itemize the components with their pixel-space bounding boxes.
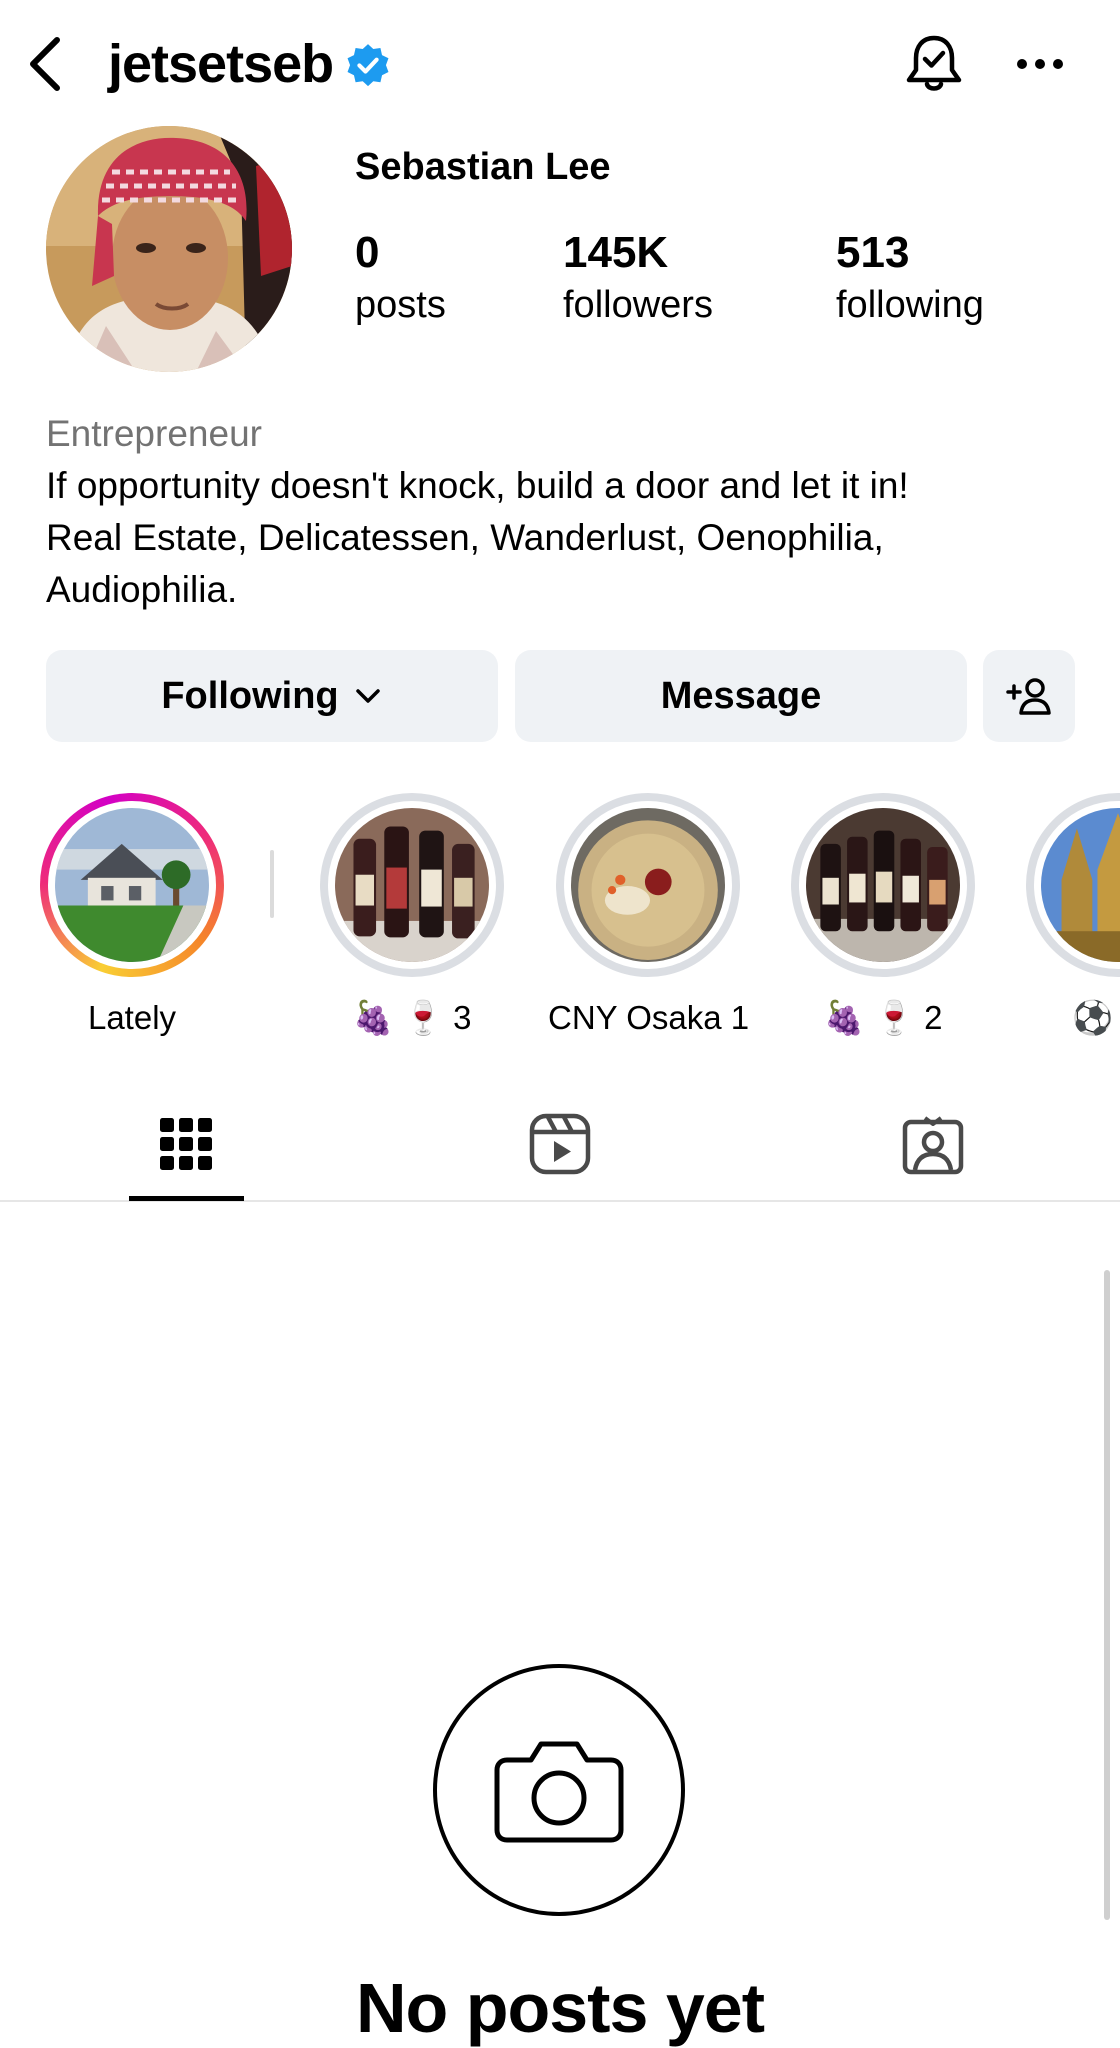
highlight-cover [55, 808, 209, 962]
highlight-label: CNY Osaka 1 [548, 999, 750, 1036]
highlight-wine-3[interactable]: 🍇 🍷 3 [312, 793, 512, 1038]
camera-icon [494, 1741, 624, 1843]
highlight-label: Lately [87, 999, 177, 1036]
highlight-label: ⚽ 🌭 [1072, 999, 1120, 1036]
highlight-label: 🍇 🍷 2 [823, 999, 943, 1036]
tab-tagged[interactable] [853, 1086, 1013, 1202]
followers-count: 145K [563, 228, 669, 277]
message-button[interactable]: Message [515, 650, 967, 742]
highlight-cover [806, 808, 960, 962]
tagged-icon [902, 1116, 964, 1175]
highlight-inner [328, 801, 496, 969]
highlight-ring [1026, 793, 1120, 977]
profile-tabs [0, 1086, 1120, 1202]
followers-label: followers [563, 284, 713, 326]
suggest-users-button[interactable] [983, 650, 1075, 742]
bio-category: Entrepreneur [46, 413, 262, 454]
bio-line: If opportunity doesn't knock, build a do… [46, 465, 909, 506]
reels-icon [529, 1113, 591, 1175]
grid-icon [160, 1118, 212, 1170]
bio-line: Audiophilia. [46, 569, 238, 610]
highlight-sports-food[interactable]: ⚽ 🌭 [1018, 793, 1120, 1038]
username-container: jetsetseb [108, 26, 391, 102]
more-options-button[interactable] [1008, 28, 1072, 100]
display-name: Sebastian Lee [355, 146, 611, 188]
profile-page: jetsetseb Sebastian Lee 0 posts 145K fol… [0, 0, 1120, 2048]
bio-line: Real Estate, Delicatessen, Wanderlust, O… [46, 517, 884, 558]
followers-stat[interactable]: 145K followers [563, 228, 713, 330]
following-stat[interactable]: 513 following [836, 228, 984, 330]
highlight-wine-2[interactable]: 🍇 🍷 2 [783, 793, 983, 1038]
username: jetsetseb [108, 34, 334, 94]
house-lawn-image [55, 808, 209, 962]
cathedral-image [1041, 808, 1120, 962]
notifications-button[interactable] [900, 28, 968, 100]
highlight-inner [1034, 801, 1120, 969]
posts-stat: 0 posts [355, 228, 446, 330]
scrollbar[interactable] [1104, 1270, 1110, 1920]
bio: Entrepreneur If opportunity doesn't knoc… [46, 408, 1086, 616]
highlight-ring [320, 793, 504, 977]
highlight-label: 🍇 🍷 3 [352, 999, 472, 1036]
highlights-divider [270, 850, 274, 918]
chevron-down-icon [355, 689, 380, 703]
following-button-label: Following [161, 674, 339, 717]
highlight-inner [564, 801, 732, 969]
top-bar: jetsetseb [0, 0, 1120, 126]
more-horizontal-icon [1017, 59, 1063, 69]
highlight-ring [40, 793, 224, 977]
highlight-cover [571, 808, 725, 962]
posts-count: 0 [355, 228, 380, 277]
message-button-label: Message [660, 674, 822, 717]
add-user-icon [1006, 678, 1051, 715]
active-tab-indicator [129, 1196, 244, 1201]
chevron-left-icon [30, 37, 60, 91]
highlight-cover [1041, 808, 1120, 962]
avatar-image [46, 126, 292, 372]
profile-avatar[interactable] [46, 126, 292, 372]
bell-check-icon [906, 35, 962, 91]
verified-badge-icon [347, 44, 389, 87]
posts-label: posts [355, 284, 446, 326]
highlight-ring [791, 793, 975, 977]
following-button[interactable]: Following [46, 650, 498, 742]
back-button[interactable] [18, 28, 72, 100]
highlight-inner [48, 801, 216, 969]
highlight-ring [556, 793, 740, 977]
tab-posts-grid[interactable] [106, 1086, 266, 1202]
wine-bottles-image [335, 808, 489, 962]
empty-state-title: No posts yet [355, 1969, 765, 2047]
tab-reels[interactable] [480, 1086, 640, 1202]
following-count: 513 [836, 228, 910, 277]
following-label: following [836, 284, 984, 326]
highlight-cny-osaka[interactable]: CNY Osaka 1 [548, 793, 750, 1037]
wine-cellar-image [806, 808, 960, 962]
highlight-inner [799, 801, 967, 969]
empty-state-camera [433, 1664, 685, 1916]
highlight-lately[interactable]: Lately [32, 793, 232, 1037]
soup-bowl-image [571, 808, 725, 962]
highlight-cover [335, 808, 489, 962]
